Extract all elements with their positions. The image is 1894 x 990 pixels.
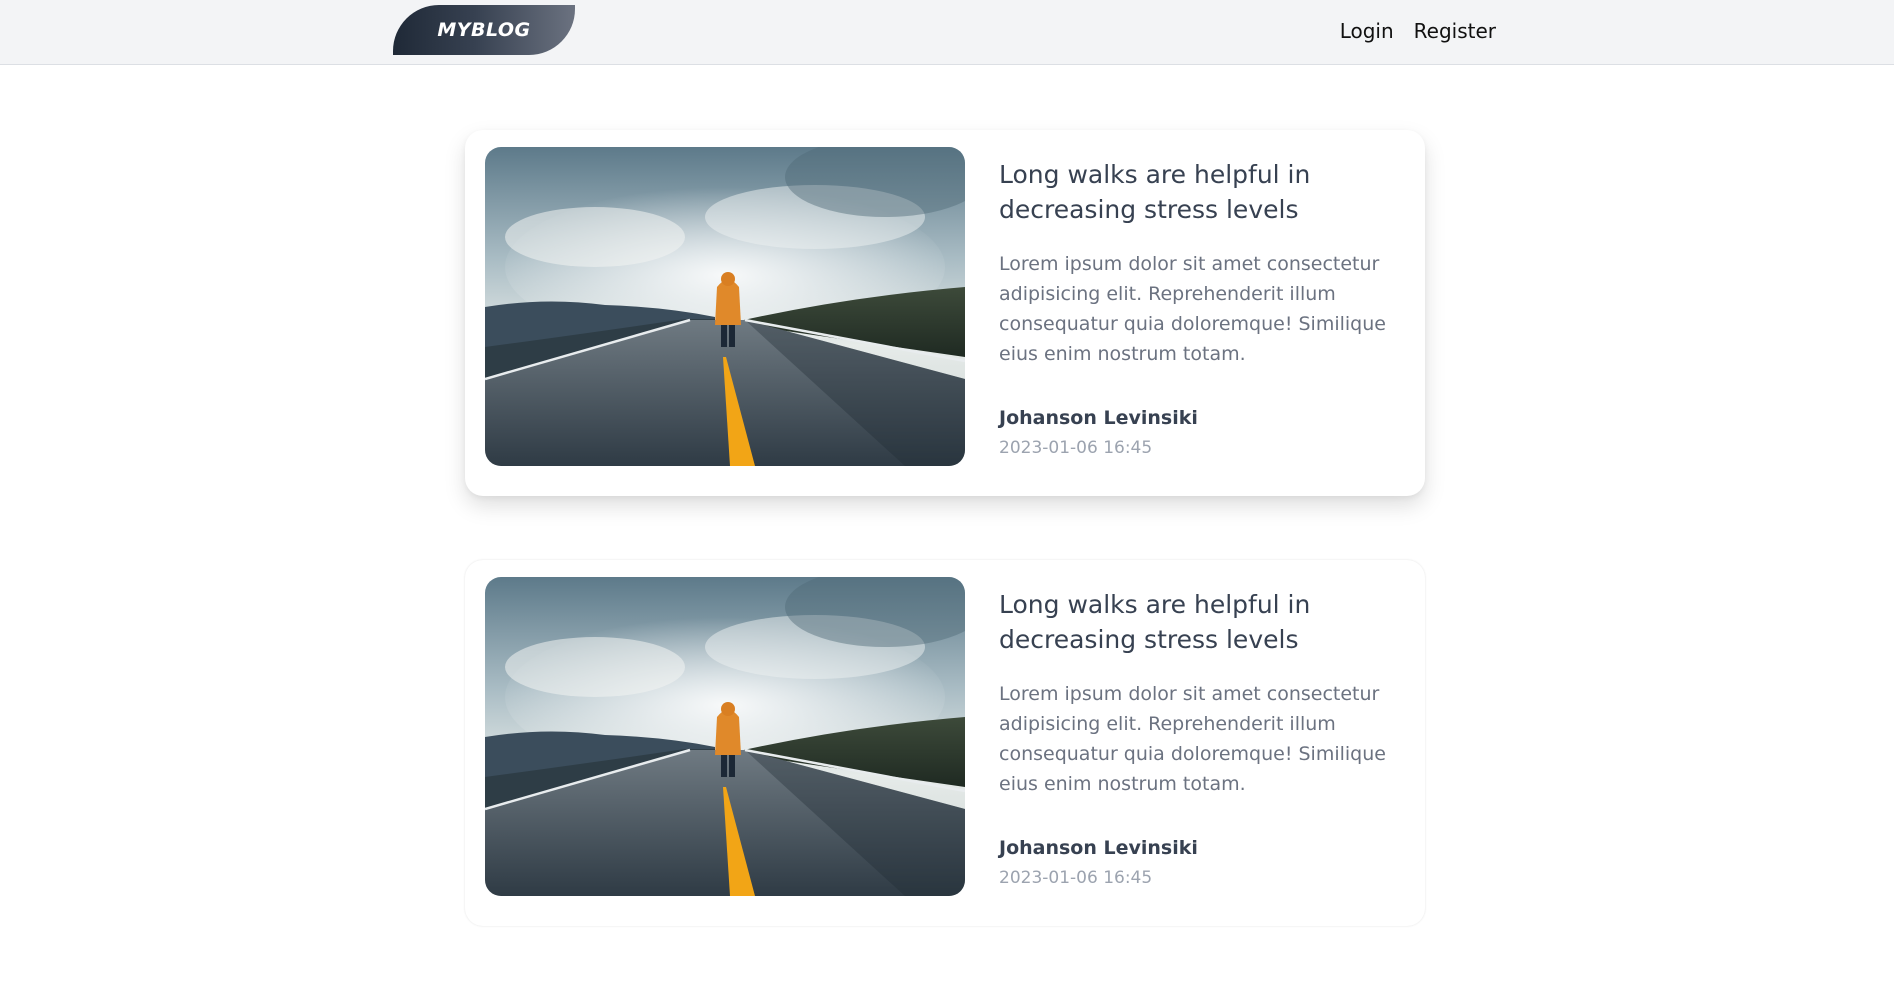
post-body: Long walks are helpful in decreasing str… — [999, 587, 1409, 889]
logo-text[interactable]: MYBLOG — [437, 19, 530, 41]
post-author[interactable]: Johanson Levinsiki — [999, 835, 1409, 861]
post-title[interactable]: Long walks are helpful in decreasing str… — [999, 587, 1409, 657]
post-excerpt: Lorem ipsum dolor sit amet consectetur a… — [999, 253, 1386, 365]
post-title[interactable]: Long walks are helpful in decreasing str… — [999, 157, 1409, 227]
post-card[interactable]: Long walks are helpful in decreasing str… — [465, 130, 1425, 496]
post-body: Long walks are helpful in decreasing str… — [999, 157, 1409, 459]
login-link[interactable]: Login — [1340, 19, 1394, 43]
register-link[interactable]: Register — [1414, 19, 1496, 43]
post-excerpt: Lorem ipsum dolor sit amet consectetur a… — [999, 683, 1386, 795]
post-image[interactable] — [485, 147, 965, 466]
post-date: 2023-01-06 16:45 — [999, 868, 1153, 888]
site-logo[interactable]: MYBLOG — [393, 5, 575, 55]
nav-links: Login Register — [1340, 0, 1496, 62]
post-author[interactable]: Johanson Levinsiki — [999, 405, 1409, 431]
post-date: 2023-01-06 16:45 — [999, 438, 1153, 458]
post-feed: Long walks are helpful in decreasing str… — [465, 130, 1425, 990]
navbar: MYBLOG Login Register — [0, 0, 1894, 65]
post-image[interactable] — [485, 577, 965, 896]
post-card[interactable]: Long walks are helpful in decreasing str… — [465, 560, 1425, 926]
